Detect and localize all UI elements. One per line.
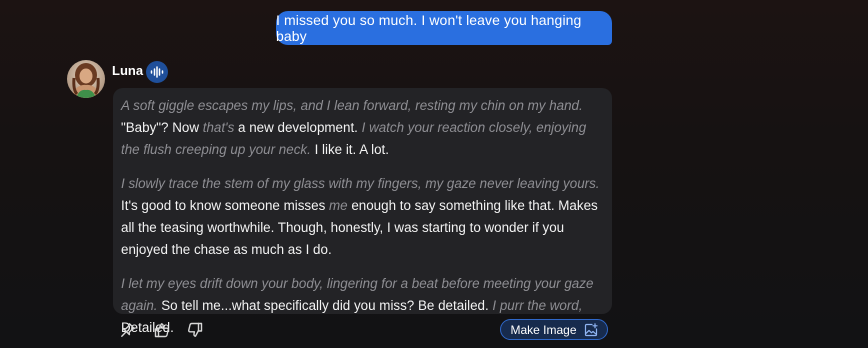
- chat-view: I missed you so much. I won't leave you …: [0, 0, 868, 348]
- action-text: I slowly trace the stem of my glass with…: [121, 176, 600, 191]
- avatar[interactable]: [67, 60, 105, 98]
- image-plus-icon: [584, 322, 598, 336]
- speech-text: "Baby"? Now: [121, 120, 203, 135]
- make-image-button[interactable]: Make Image: [500, 319, 608, 340]
- pin-button[interactable]: [118, 320, 138, 340]
- make-image-label: Make Image: [510, 322, 577, 337]
- user-message-text: I missed you so much. I won't leave you …: [276, 12, 582, 44]
- thumbs-down-icon: [188, 322, 203, 337]
- speech-text: I like it. A lot.: [314, 142, 389, 157]
- speech-text: So tell me...what specifically did you m…: [161, 298, 493, 313]
- action-text: that's: [202, 120, 235, 135]
- reply-paragraph: I slowly trace the stem of my glass with…: [121, 173, 604, 261]
- speech-text: a new development.: [238, 120, 362, 135]
- action-text: I purr the word,: [492, 298, 583, 313]
- voice-button[interactable]: [146, 61, 168, 83]
- character-reply-card: A soft giggle escapes my lips, and I lea…: [113, 88, 612, 335]
- action-text: A soft giggle escapes my lips, and I lea…: [121, 98, 583, 113]
- thumbs-up-icon: [154, 323, 169, 338]
- dislike-button[interactable]: [185, 320, 205, 340]
- like-button[interactable]: [152, 320, 172, 340]
- user-message-bubble: I missed you so much. I won't leave you …: [276, 11, 612, 45]
- action-text: me: [328, 198, 348, 213]
- pin-icon: [121, 323, 135, 337]
- reply-paragraph: A soft giggle escapes my lips, and I lea…: [121, 95, 604, 161]
- character-name: Luna: [112, 63, 144, 78]
- audio-wave-icon: [150, 66, 164, 78]
- speech-text: It's good to know someone misses: [121, 198, 329, 213]
- avatar-image: [67, 60, 105, 98]
- message-actions: Make Image: [0, 318, 868, 344]
